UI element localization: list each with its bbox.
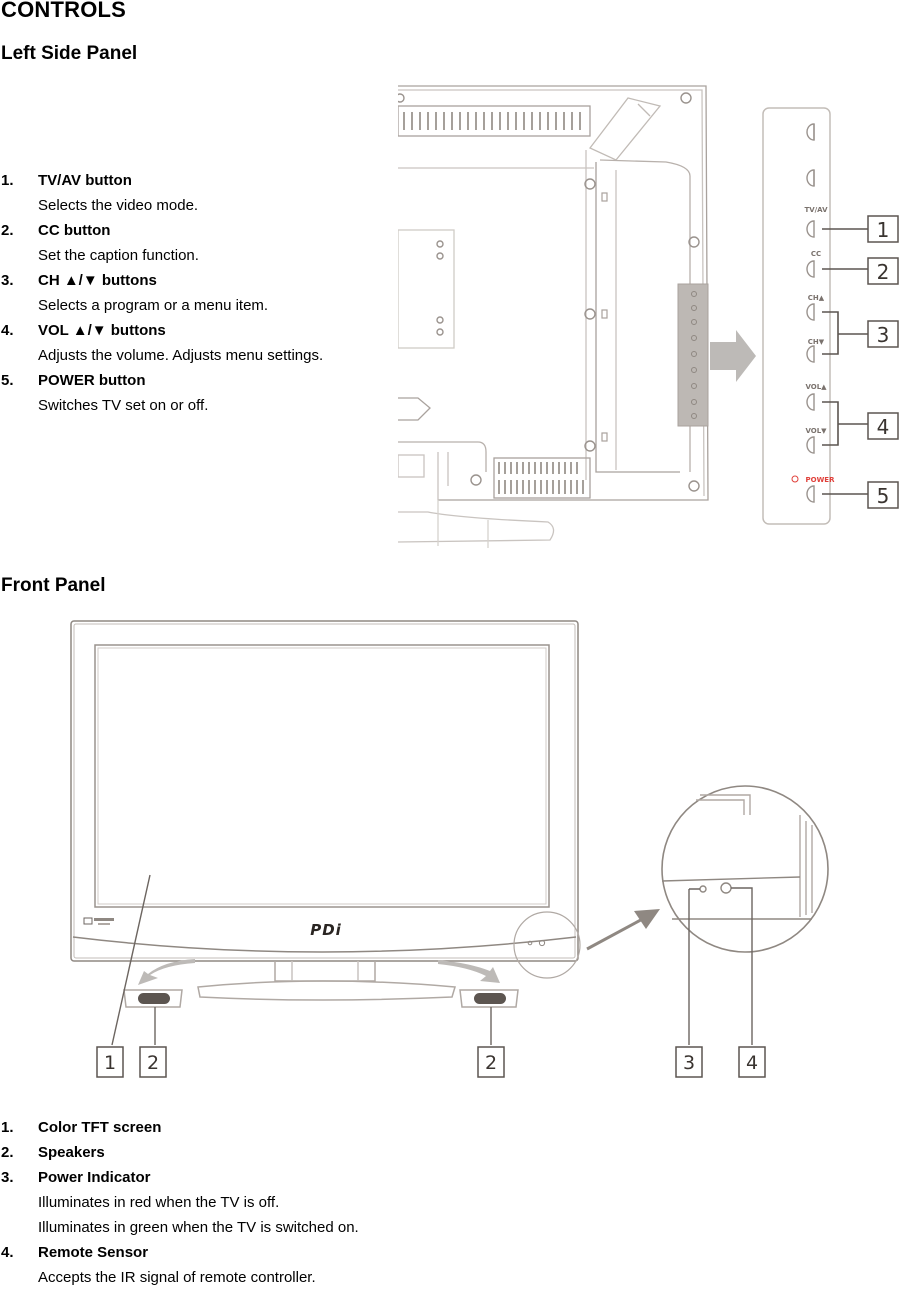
item-number: 2.	[1, 1144, 14, 1161]
panel-label-vol-down: VOL▼	[805, 427, 827, 435]
item-number: 4.	[1, 1244, 14, 1261]
item-label: Speakers	[38, 1144, 105, 1161]
speaker-right-icon	[474, 993, 506, 1004]
left-side-panel-heading: Left Side Panel	[1, 43, 138, 64]
arrow-right-down-icon	[438, 960, 500, 983]
item-number: 4.	[1, 322, 14, 339]
callout-3: 3	[877, 323, 890, 347]
item-number: 3.	[1, 272, 14, 289]
item-label: CC button	[38, 222, 111, 239]
item-description: Illuminates in red when the TV is off.	[38, 1194, 280, 1211]
side-control-panel-diagram: TV/AV CC CH▲ CH▼ VOL▲ VOL▼ POWER 1 2 3 4…	[762, 107, 899, 525]
front-panel-heading: Front Panel	[1, 575, 106, 596]
item-label: Color TFT screen	[38, 1119, 162, 1136]
item-description: Selects the video mode.	[38, 197, 199, 214]
panel-label-tvav: TV/AV	[804, 206, 828, 214]
panel-label-cc: CC	[811, 250, 821, 258]
item-number: 5.	[1, 372, 14, 389]
item-label: Power Indicator	[38, 1169, 151, 1186]
callout-3: 3	[683, 1052, 695, 1074]
tv-rear-diagram	[398, 85, 756, 548]
item-number: 3.	[1, 1169, 14, 1186]
arrow-left-down-icon	[138, 959, 195, 985]
item-number: 1.	[1, 1119, 14, 1136]
panel-label-ch-up: CH▲	[808, 294, 825, 302]
item-number: 2.	[1, 222, 14, 239]
arrow-up-right-icon	[634, 909, 660, 929]
item-label: TV/AV button	[38, 172, 132, 189]
callout-4: 4	[746, 1052, 758, 1074]
dolby-logo-icon	[83, 917, 93, 925]
callout-2: 2	[877, 260, 890, 284]
speaker-left-icon	[138, 993, 170, 1004]
item-label: VOL ▲/▼ buttons	[38, 322, 166, 339]
panel-label-ch-down: CH▼	[808, 338, 825, 346]
item-label: POWER button	[38, 372, 146, 389]
item-description: Adjusts the volume. Adjusts menu setting…	[38, 347, 324, 364]
item-label: CH ▲/▼ buttons	[38, 272, 157, 289]
callout-5: 5	[877, 484, 890, 508]
arrow-right-icon	[710, 330, 756, 382]
item-description: Selects a program or a menu item.	[38, 297, 269, 314]
callout-4: 4	[877, 415, 890, 439]
page-title: CONTROLS	[1, 0, 127, 22]
item-number: 1.	[1, 172, 14, 189]
tv-front-diagram: PDi 1 2 2 3 4	[70, 620, 829, 1078]
callout-1: 1	[104, 1052, 116, 1074]
callout-1: 1	[877, 218, 890, 242]
callout-2: 2	[485, 1052, 497, 1074]
item-description: Set the caption function.	[38, 247, 199, 264]
item-description: Accepts the IR signal of remote controll…	[38, 1269, 316, 1286]
item-label: Remote Sensor	[38, 1244, 149, 1261]
panel-label-vol-up: VOL▲	[805, 383, 827, 391]
callout-2: 2	[147, 1052, 159, 1074]
brand-logo: PDi	[310, 921, 342, 939]
item-description: Illuminates in green when the TV is swit…	[38, 1219, 359, 1236]
item-description: Switches TV set on or off.	[38, 397, 209, 414]
panel-label-power: POWER	[806, 476, 836, 484]
